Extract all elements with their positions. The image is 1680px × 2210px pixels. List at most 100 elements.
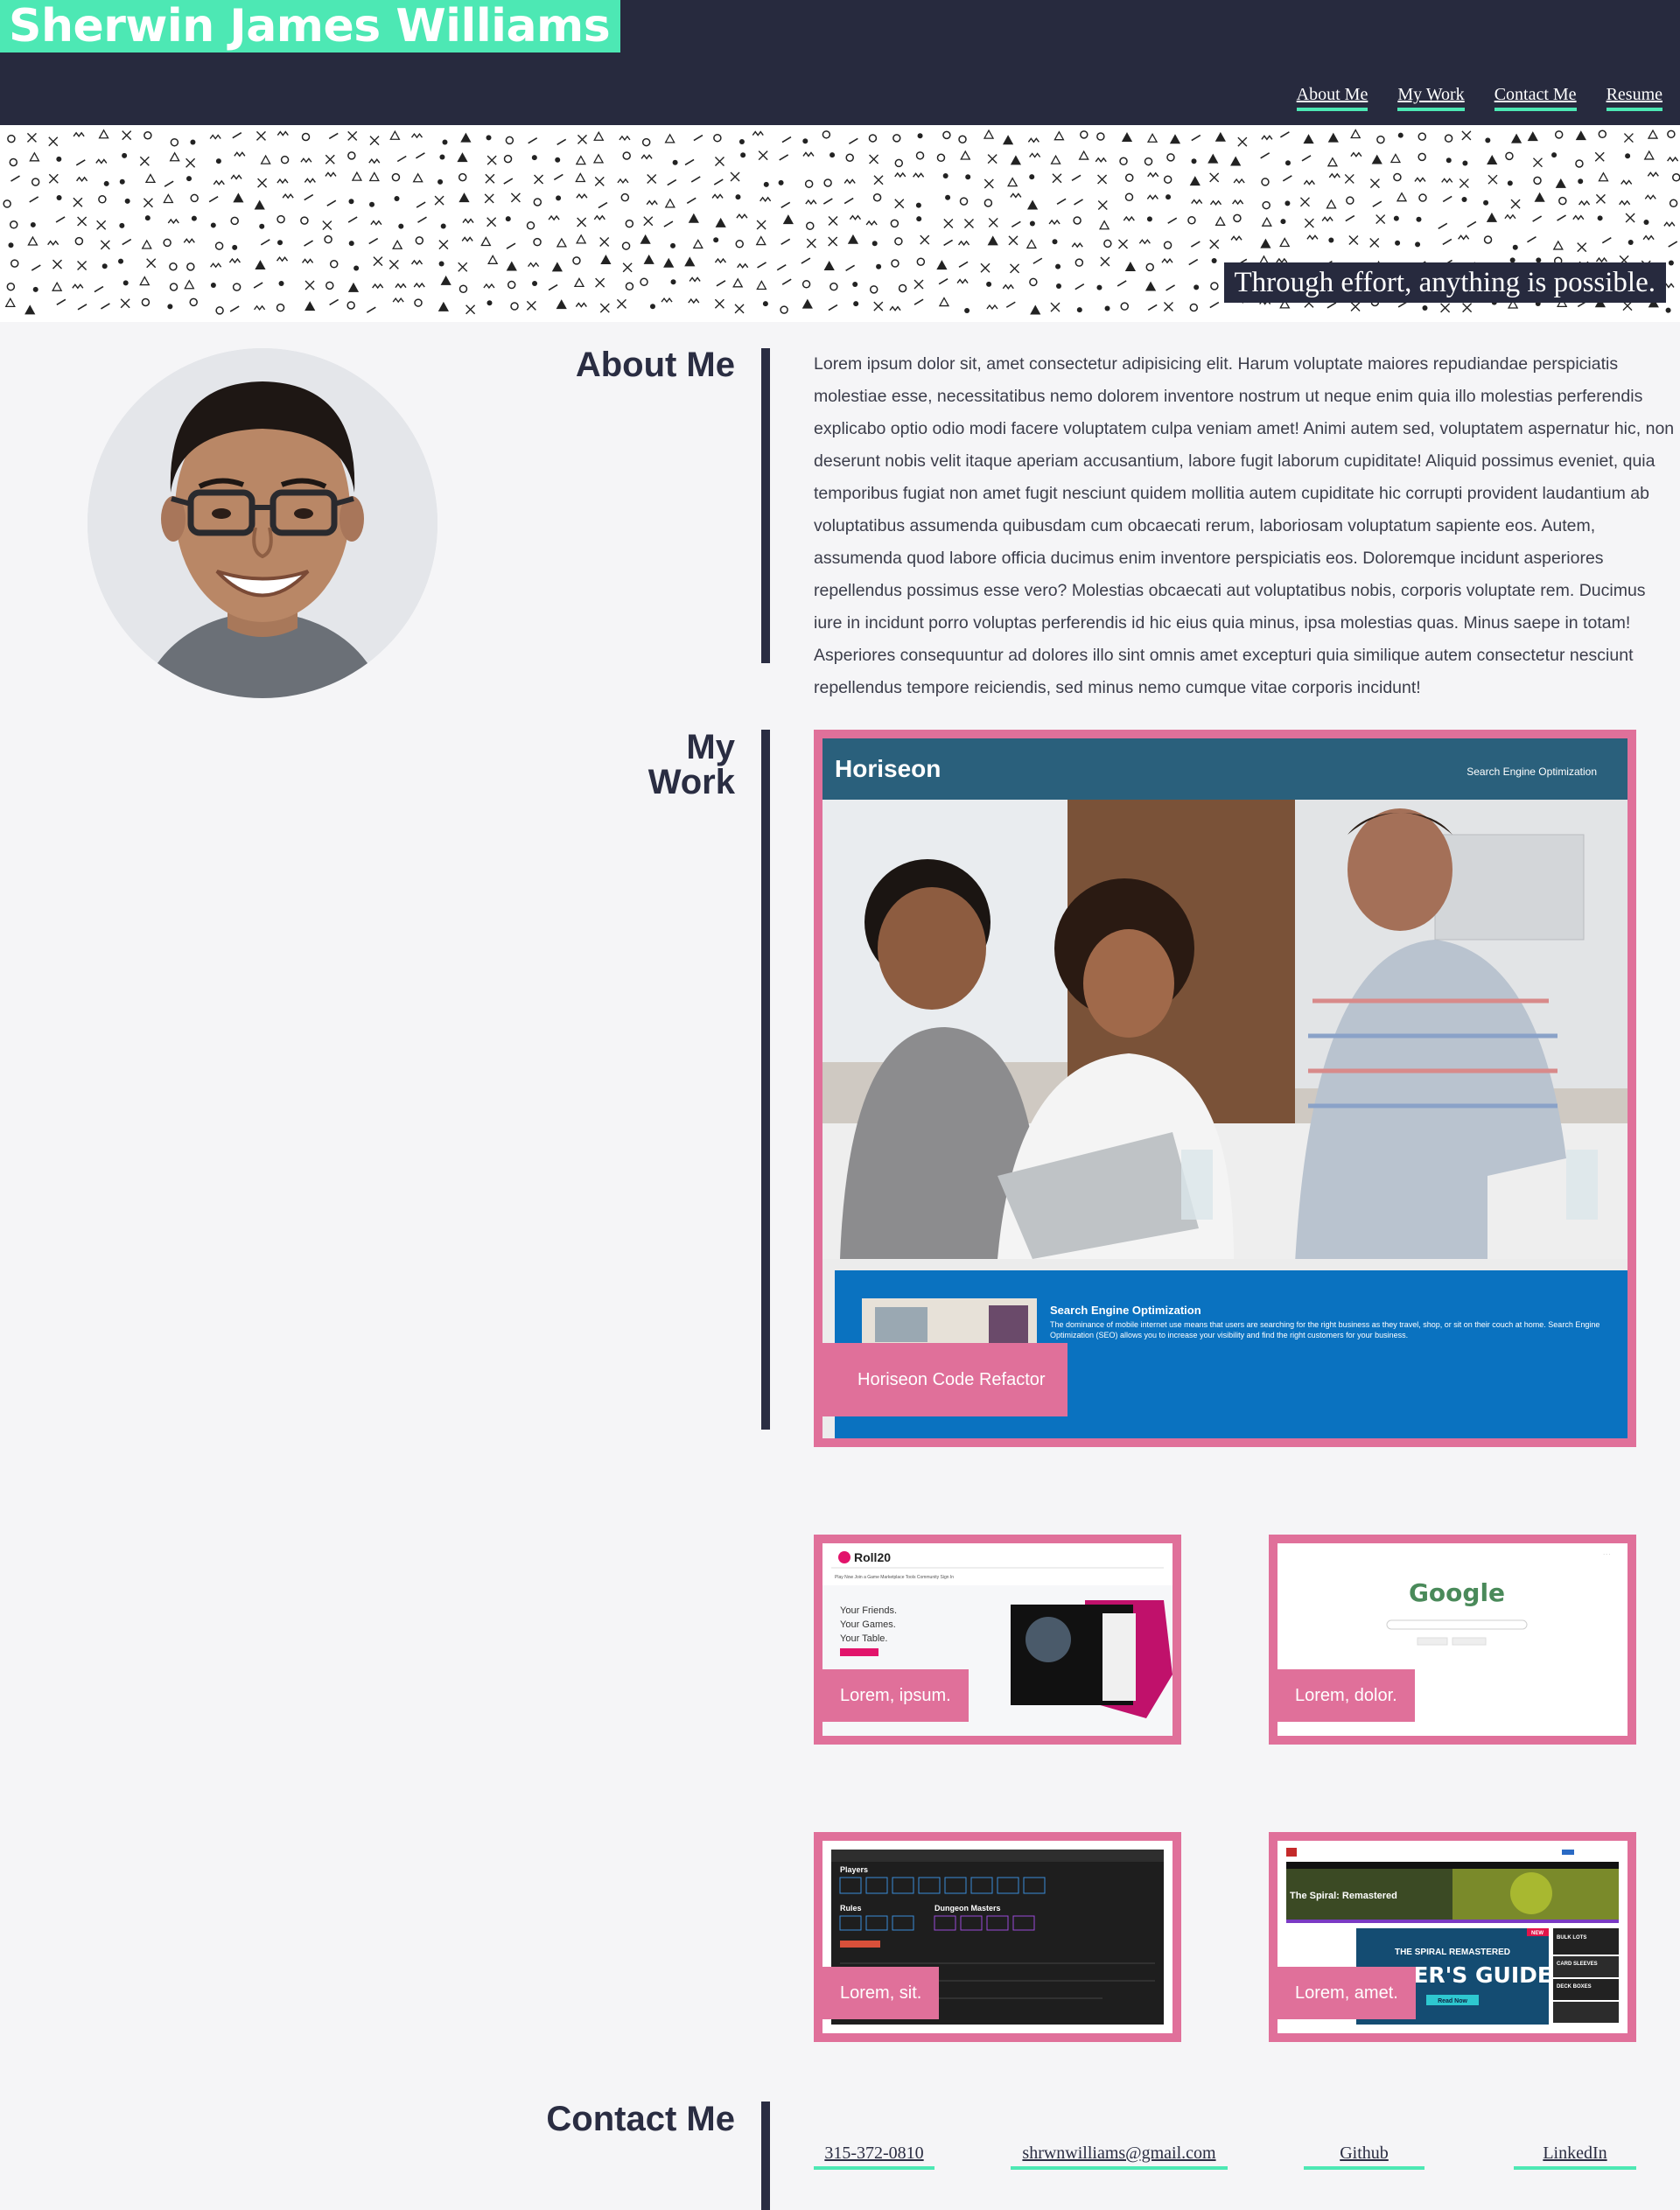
contact-phone-link[interactable]: 315-372-0810 [814,2144,934,2170]
pattern-shape [1321,216,1334,222]
pattern-shape [805,199,817,206]
pattern-shape [1050,302,1060,312]
pattern-shape [209,134,221,140]
about-paragraph: Lorem ipsum dolor sit, amet consectetur … [814,354,1675,697]
project-card-1[interactable]: Roll20 Play Now Join a Game Marketplace … [814,1535,1181,1745]
pattern-shape [553,173,564,181]
pattern-shape [802,138,808,144]
project-card-4[interactable]: The Spiral: Remastered THE SPIRAL REMAST… [1269,1832,1636,2042]
pattern-shape [141,239,152,249]
pattern-shape [304,280,315,290]
pattern-shape [214,241,224,250]
nav-resume[interactable]: Resume [1606,85,1662,111]
pattern-shape [801,257,811,264]
pattern-shape [1418,152,1426,162]
pattern-shape [782,214,794,225]
pattern-shape [480,236,492,247]
pattern-shape [1026,239,1037,249]
pattern-shape [486,300,493,306]
pattern-shape [576,192,588,199]
pattern-shape [325,154,335,164]
pattern-shape [1647,171,1659,178]
pattern-shape [1233,213,1242,223]
contact-linkedin-link[interactable]: LinkedIn [1514,2144,1636,2170]
pattern-shape [714,257,727,264]
pattern-shape [395,283,407,289]
pattern-shape [259,223,265,229]
pattern-shape [1642,234,1655,241]
horiseon-screenshot: Horiseon Search Engine Optimization Sear… [822,738,1628,1438]
nav-about-me[interactable]: About Me [1296,85,1368,111]
work-heading: My Work [490,730,735,800]
pattern-shape [1512,244,1518,250]
pattern-shape [616,298,626,309]
pattern-shape [1438,222,1448,230]
pattern-shape [56,194,62,200]
pattern-shape [506,261,517,271]
pattern-shape [1055,263,1061,269]
pattern-shape [752,130,764,136]
pattern-shape [368,237,379,245]
pattern-shape [1166,194,1172,200]
hero-tagline: Through effort, anything is possible. [1223,262,1666,303]
pattern-shape [280,155,290,164]
pattern-shape [667,178,677,186]
pattern-shape [301,132,311,142]
pattern-shape [1418,132,1427,141]
pattern-shape [664,198,676,208]
pattern-shape [1010,192,1022,199]
pattern-shape [622,151,631,160]
pattern-shape [1527,235,1536,243]
pattern-shape [1123,215,1135,222]
pattern-shape [756,280,767,290]
pattern-shape [328,132,339,140]
store-banner-title: The Spiral: Remastered [1290,1891,1397,1901]
pattern-shape [169,283,178,291]
pattern-shape [329,298,340,306]
nav-contact-me[interactable]: Contact Me [1494,85,1577,111]
pattern-shape [1668,241,1678,248]
pattern-shape [872,192,882,202]
contact-github-link[interactable]: Github [1304,2144,1424,2170]
pattern-shape [533,198,542,206]
pattern-shape [1116,280,1127,287]
pattern-shape [622,262,633,273]
pattern-shape [663,257,675,268]
pattern-shape [1459,178,1469,189]
pattern-shape [47,240,60,246]
pattern-shape [1348,234,1359,245]
pattern-shape [186,176,192,182]
pattern-shape [100,303,110,310]
pattern-shape [486,155,497,165]
pattern-shape [593,130,605,141]
pattern-shape [394,195,400,201]
pattern-shape [1369,178,1380,189]
pattern-shape [1397,132,1404,138]
pattern-shape [485,173,495,184]
pattern-shape [183,238,195,244]
pattern-shape [528,136,538,144]
pattern-shape [757,262,766,269]
pattern-shape [1619,199,1631,206]
site-title[interactable]: Sherwin James Williams [0,0,621,52]
pattern-shape [257,178,268,188]
pattern-shape [577,134,587,144]
nav-my-work[interactable]: My Work [1397,85,1465,111]
pattern-shape [210,222,216,228]
profile-photo-icon [88,348,438,698]
pattern-shape [957,240,970,247]
pattern-shape [526,300,536,311]
project-card-3[interactable]: Players Rules Dungeon Masters Lorem, sit… [814,1832,1181,2042]
pattern-shape [640,154,653,160]
project-label-4: Lorem, amet. [1278,1967,1416,2019]
pattern-shape [1138,239,1151,245]
pattern-shape [230,216,239,226]
pattern-shape [868,134,878,143]
project-card-featured[interactable]: Horiseon Search Engine Optimization Sear… [814,730,1636,1447]
pattern-shape [1665,307,1671,313]
pattern-shape [1147,171,1159,178]
pattern-shape [1209,301,1220,309]
contact-email-link[interactable]: shrwnwilliams@gmail.com [1011,2144,1228,2170]
pattern-shape [1533,176,1542,185]
project-card-2[interactable]: · · · Google Lorem, dolor. [1269,1535,1636,1745]
